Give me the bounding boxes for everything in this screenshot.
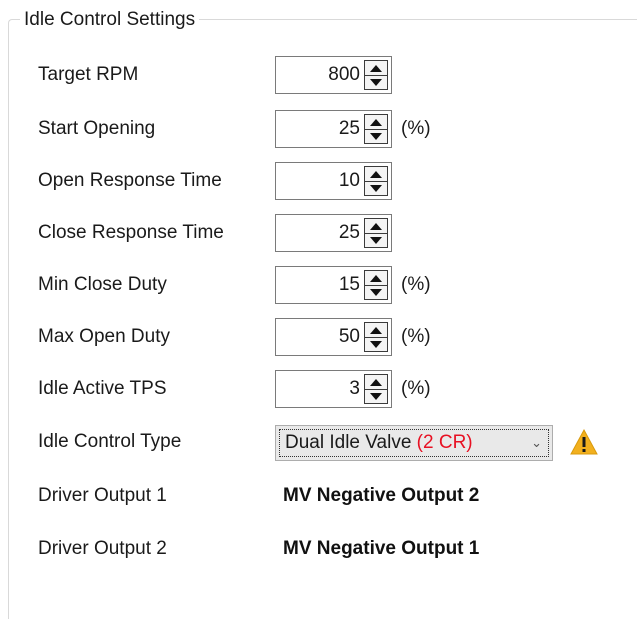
spin-down-button[interactable] [364, 129, 388, 144]
spin-up-button[interactable] [364, 270, 388, 285]
open-response-time-value[interactable]: 10 [339, 163, 360, 199]
spin-down-button[interactable] [364, 337, 388, 352]
warning-triangle-icon [570, 428, 598, 455]
arrow-down-icon [370, 133, 382, 140]
max-open-duty-value[interactable]: 50 [339, 319, 360, 355]
setting-row-open-response-time: Open Response Time 10 [38, 162, 628, 200]
target-rpm-value[interactable]: 800 [328, 57, 360, 93]
spin-buttons [364, 218, 388, 248]
arrow-up-icon [370, 222, 382, 230]
setting-row-start-opening: Start Opening 25 (%) [38, 110, 628, 148]
driver-output-2-label: Driver Output 2 [38, 538, 167, 559]
min-close-duty-value[interactable]: 15 [339, 267, 360, 303]
arrow-up-icon [370, 378, 382, 386]
arrow-up-icon [370, 118, 382, 126]
arrow-down-icon [370, 79, 382, 86]
setting-row-idle-active-tps: Idle Active TPS 3 (%) [38, 370, 628, 408]
target-rpm-spinbox[interactable]: 800 [275, 56, 392, 94]
max-open-duty-unit: (%) [401, 326, 431, 347]
setting-row-min-close-duty: Min Close Duty 15 (%) [38, 266, 628, 304]
arrow-down-icon [370, 393, 382, 400]
selected-option-label: Dual Idle Valve [285, 432, 412, 453]
spin-up-button[interactable] [364, 322, 388, 337]
spin-up-button[interactable] [364, 218, 388, 233]
spin-buttons [364, 166, 388, 196]
spin-up-button[interactable] [364, 114, 388, 129]
driver-output-1-label: Driver Output 1 [38, 485, 167, 506]
spin-buttons [364, 374, 388, 404]
spin-buttons [364, 322, 388, 352]
spin-up-button[interactable] [364, 374, 388, 389]
arrow-up-icon [370, 326, 382, 334]
target-rpm-label: Target RPM [38, 64, 139, 85]
start-opening-unit: (%) [401, 118, 431, 139]
arrow-up-icon [370, 64, 382, 72]
arrow-down-icon [370, 237, 382, 244]
start-opening-value[interactable]: 25 [339, 111, 360, 147]
setting-row-target-rpm: Target RPM 800 [38, 56, 628, 94]
idle-control-type-dropdown[interactable]: Dual Idle Valve (2 CR) ⌄ [275, 425, 553, 461]
driver-output-2-value: MV Negative Output 1 [283, 538, 480, 559]
setting-row-idle-control-type: Idle Control Type Dual Idle Valve (2 CR)… [38, 423, 628, 461]
idle-active-tps-label: Idle Active TPS [38, 378, 167, 399]
groupbox-title: Idle Control Settings [20, 9, 200, 31]
min-close-duty-unit: (%) [401, 274, 431, 295]
open-response-time-spinbox[interactable]: 10 [275, 162, 392, 200]
close-response-time-value[interactable]: 25 [339, 215, 360, 251]
min-close-duty-spinbox[interactable]: 15 [275, 266, 392, 304]
spin-down-button[interactable] [364, 75, 388, 90]
dropdown-selected-value[interactable]: Dual Idle Valve (2 CR) [285, 426, 473, 460]
open-response-time-label: Open Response Time [38, 170, 222, 191]
start-opening-label: Start Opening [38, 118, 156, 139]
spin-buttons [364, 270, 388, 300]
idle-active-tps-value[interactable]: 3 [349, 371, 360, 407]
spin-down-button[interactable] [364, 233, 388, 248]
arrow-up-icon [370, 170, 382, 178]
spin-buttons [364, 60, 388, 90]
spin-down-button[interactable] [364, 181, 388, 196]
driver-output-1-value: MV Negative Output 2 [283, 485, 480, 506]
driver-output-row-2: Driver Output 2 MV Negative Output 1 [38, 530, 628, 568]
spin-down-button[interactable] [364, 285, 388, 300]
arrow-down-icon [370, 185, 382, 192]
spin-up-button[interactable] [364, 166, 388, 181]
arrow-down-icon [370, 341, 382, 348]
close-response-time-label: Close Response Time [38, 222, 224, 243]
arrow-down-icon [370, 289, 382, 296]
idle-active-tps-spinbox[interactable]: 3 [275, 370, 392, 408]
spin-buttons [364, 114, 388, 144]
max-open-duty-label: Max Open Duty [38, 326, 170, 347]
max-open-duty-spinbox[interactable]: 50 [275, 318, 392, 356]
selected-option-suffix: (2 CR) [416, 432, 473, 453]
idle-control-type-label: Idle Control Type [38, 431, 182, 452]
driver-output-row-1: Driver Output 1 MV Negative Output 2 [38, 477, 628, 515]
spin-up-button[interactable] [364, 60, 388, 75]
spin-down-button[interactable] [364, 389, 388, 404]
min-close-duty-label: Min Close Duty [38, 274, 167, 295]
setting-row-close-response-time: Close Response Time 25 [38, 214, 628, 252]
chevron-down-icon[interactable]: ⌄ [531, 426, 542, 460]
start-opening-spinbox[interactable]: 25 [275, 110, 392, 148]
setting-row-max-open-duty: Max Open Duty 50 (%) [38, 318, 628, 356]
idle-active-tps-unit: (%) [401, 378, 431, 399]
arrow-up-icon [370, 274, 382, 282]
close-response-time-spinbox[interactable]: 25 [275, 214, 392, 252]
